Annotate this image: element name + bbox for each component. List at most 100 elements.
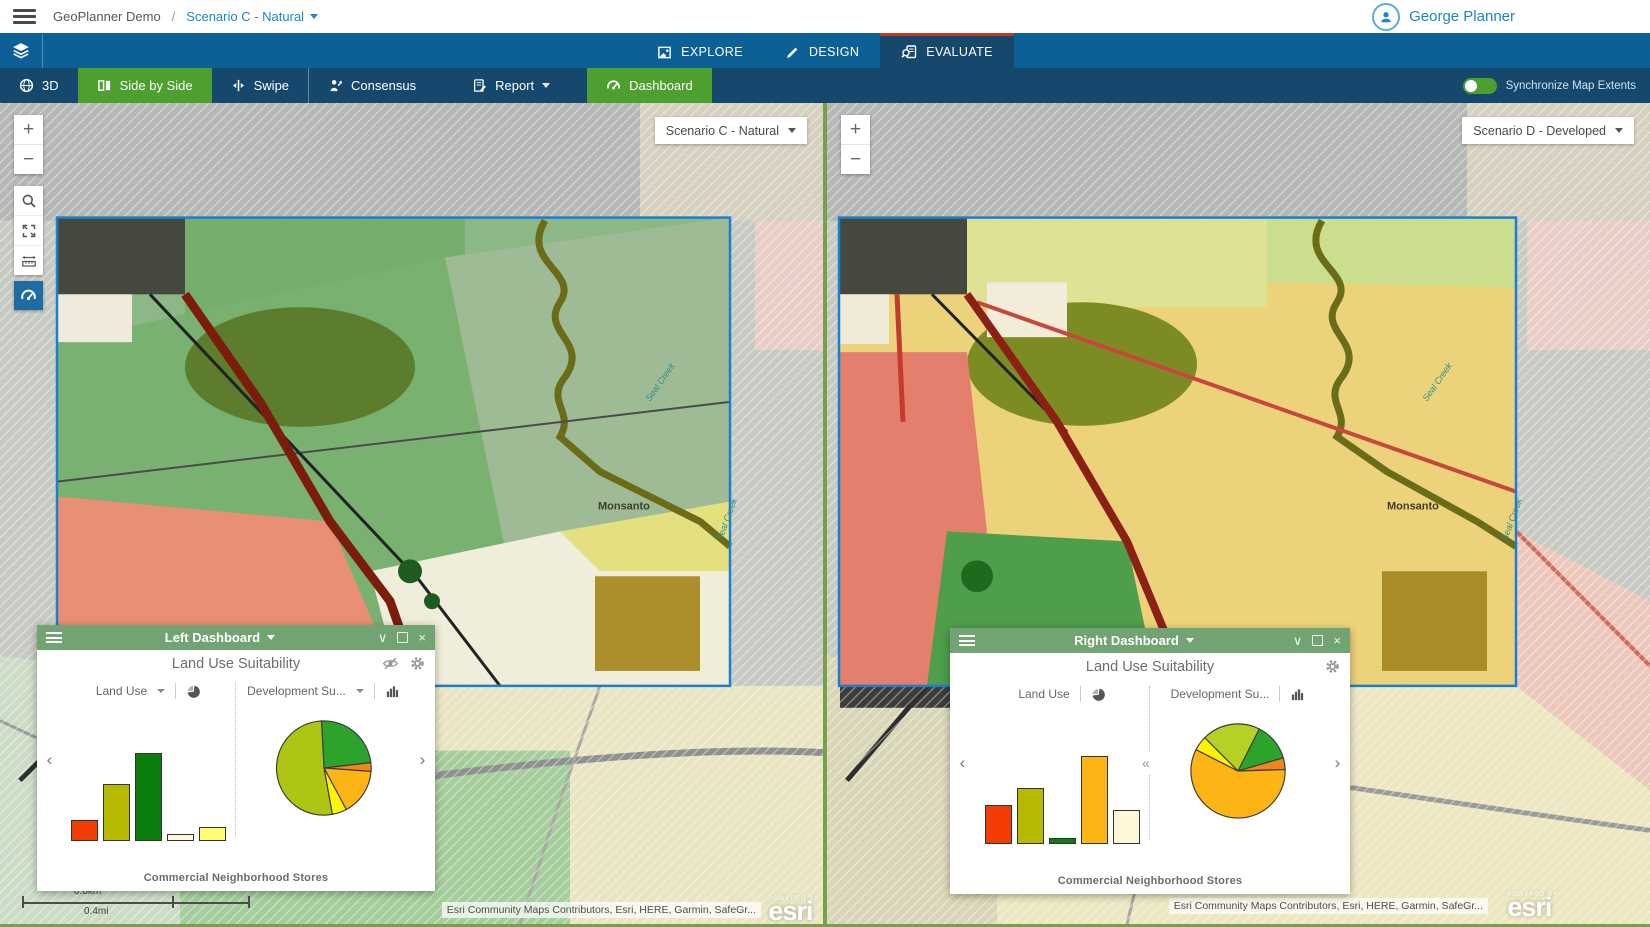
pie-chart-icon <box>1091 687 1106 702</box>
widget-title: Land Use Suitability <box>172 656 300 672</box>
mode-tabs: EXPLORE DESIGN EVALUATE <box>0 33 1650 68</box>
sync-extents-toggle[interactable] <box>1463 78 1497 94</box>
explore-map-icon <box>657 45 672 60</box>
right-dashboard-panel: Right Dashboard ∨ × Land Use Suitability… <box>950 628 1350 894</box>
report-button[interactable]: Report <box>453 68 569 103</box>
swipe-label: Swipe <box>254 78 289 93</box>
dashboard-toggle-button-left[interactable] <box>14 281 43 310</box>
bar-chart-type-button[interactable] <box>1290 687 1305 702</box>
swipe-button[interactable]: Swipe <box>212 68 308 103</box>
land-use-selector[interactable]: Land Use <box>96 679 201 703</box>
widget-title-row: Land Use Suitability <box>950 653 1350 680</box>
zoom-in-button[interactable]: + <box>14 115 43 144</box>
chevron-down-icon <box>542 83 550 88</box>
consensus-button[interactable]: Consensus <box>309 68 435 103</box>
development-suitability-selector[interactable]: Development Su... <box>247 679 400 703</box>
measure-button[interactable] <box>14 245 43 275</box>
3d-button[interactable]: 3D <box>0 68 78 103</box>
chevron-down-icon <box>267 635 275 640</box>
collapse-panel-icon[interactable]: « <box>1141 752 1151 774</box>
scenario-selector-right[interactable]: Scenario D - Developed <box>1462 117 1634 144</box>
tab-explore-label: EXPLORE <box>681 45 743 59</box>
scenario-selector-left[interactable]: Scenario C - Natural <box>655 117 807 144</box>
pie-chart-icon <box>186 684 201 699</box>
side-by-side-label: Side by Side <box>120 78 193 93</box>
minimize-icon[interactable]: ∨ <box>378 631 388 644</box>
right-dashboard-title-dropdown[interactable]: Right Dashboard <box>983 633 1285 648</box>
bar-chart <box>62 703 235 843</box>
consensus-icon <box>328 78 343 93</box>
full-extent-button[interactable] <box>14 215 43 245</box>
left-dashboard-title-dropdown[interactable]: Left Dashboard <box>70 630 370 645</box>
map-attribution-left: Esri Community Maps Contributors, Esri, … <box>442 902 761 918</box>
chevron-down-icon <box>1615 128 1623 133</box>
map-pane-left: Monsanto Seal Creek Seal Creek + − Scena… <box>0 103 823 924</box>
development-suitability-selector[interactable]: Development Su... <box>1171 682 1306 706</box>
eye-off-icon[interactable] <box>382 655 399 672</box>
scenario-breadcrumb-dropdown[interactable]: Scenario C - Natural <box>186 9 318 24</box>
search-icon <box>21 193 37 209</box>
pie-chart-type-button[interactable] <box>1091 687 1106 702</box>
tab-design-label: DESIGN <box>809 45 859 59</box>
development-suitability-selector-label: Development Su... <box>247 684 346 698</box>
side-by-side-icon <box>97 78 112 93</box>
tab-explore[interactable]: EXPLORE <box>636 33 764 68</box>
carousel-next-button[interactable]: › <box>410 677 435 843</box>
scenario-selector-right-label: Scenario D - Developed <box>1473 124 1606 138</box>
window-controls: ∨ × <box>378 631 426 644</box>
zoom-out-button[interactable]: − <box>14 144 43 174</box>
chart-footer-label: Commercial Neighborhood Stores <box>950 875 1350 887</box>
close-icon[interactable]: × <box>1333 634 1341 647</box>
minimize-icon[interactable]: ∨ <box>1293 634 1303 647</box>
land-use-selector[interactable]: Land Use <box>1018 682 1105 706</box>
gear-icon[interactable] <box>1325 659 1340 674</box>
expand-arrows-icon <box>21 223 37 239</box>
widget-title: Land Use Suitability <box>1086 659 1214 675</box>
chevron-down-icon <box>356 689 364 693</box>
scale-mi-label: 0.4mi <box>84 906 108 917</box>
zoom-in-button[interactable]: + <box>841 115 870 144</box>
gauge-icon <box>20 287 37 304</box>
maximize-icon[interactable] <box>1312 635 1323 646</box>
esri-logo-right: POWERED BY esri <box>1507 893 1558 919</box>
search-button[interactable] <box>14 186 43 215</box>
tab-evaluate[interactable]: EVALUATE <box>880 33 1014 68</box>
powered-by-label: POWERED BY <box>768 897 819 902</box>
globe-icon <box>19 78 34 93</box>
side-by-side-button[interactable]: Side by Side <box>78 68 212 103</box>
map-label-place: Monsanto <box>598 501 650 513</box>
carousel-next-button[interactable]: › <box>1325 680 1350 846</box>
report-label: Report <box>495 78 534 93</box>
bar-chart-icon <box>385 684 400 699</box>
dashboard-menu-icon[interactable] <box>959 635 975 646</box>
hamburger-menu-icon[interactable] <box>13 9 36 24</box>
bar-chart <box>975 706 1149 846</box>
powered-by-label: POWERED BY <box>1507 893 1558 898</box>
zoom-controls-left: + − <box>14 115 43 174</box>
chevron-down-icon <box>310 14 318 19</box>
land-use-chart-panel: Land Use <box>975 680 1149 846</box>
dashboard-button[interactable]: Dashboard <box>587 68 712 103</box>
user-name: George Planner <box>1409 8 1515 25</box>
pie-chart <box>1151 706 1325 846</box>
tab-design[interactable]: DESIGN <box>764 33 880 68</box>
gear-icon[interactable] <box>410 656 425 671</box>
gauge-icon <box>606 78 621 93</box>
dashboard-menu-icon[interactable] <box>46 632 62 643</box>
bar-chart-type-button[interactable] <box>385 684 400 699</box>
close-icon[interactable]: × <box>418 631 426 644</box>
land-use-selector-label: Land Use <box>96 684 147 698</box>
user-menu[interactable]: George Planner <box>1372 3 1515 31</box>
carousel-prev-button[interactable]: ‹ <box>950 680 975 846</box>
chart-footer-label: Commercial Neighborhood Stores <box>37 872 435 884</box>
zoom-out-button[interactable]: − <box>841 144 870 174</box>
window-controls: ∨ × <box>1293 634 1341 647</box>
3d-label: 3D <box>42 78 59 93</box>
maximize-icon[interactable] <box>397 632 408 643</box>
pie-chart <box>237 703 410 843</box>
left-dashboard-header: Left Dashboard ∨ × <box>37 625 435 650</box>
scale-bar: 0.8km 0.4mi <box>22 888 250 918</box>
carousel-prev-button[interactable]: ‹ <box>37 677 62 843</box>
pie-chart-type-button[interactable] <box>186 684 201 699</box>
mode-nav-bar: EXPLORE DESIGN EVALUATE <box>0 33 1650 68</box>
